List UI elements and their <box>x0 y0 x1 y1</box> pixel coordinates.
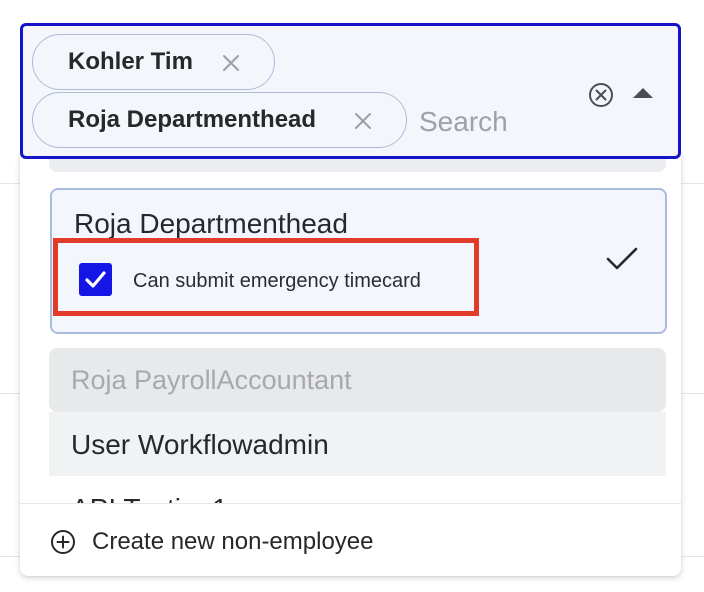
checkbox-label: Can submit emergency timecard <box>133 270 421 292</box>
background-divider <box>0 556 20 557</box>
option-api-testing1[interactable]: API Testing1 <box>49 476 666 503</box>
checkmark-icon <box>85 271 106 288</box>
create-non-employee-button[interactable]: Create new non-employee <box>20 503 681 576</box>
chip-roja-departmenthead: Roja Departmenthead <box>32 92 407 148</box>
emergency-timecard-option: Can submit emergency timecard <box>53 238 479 316</box>
option-label: Roja PayrollAccountant <box>71 365 352 395</box>
search-input[interactable] <box>419 102 569 142</box>
chip-kohler-tim: Kohler Tim <box>32 34 275 90</box>
emergency-timecard-checkbox[interactable] <box>79 263 112 296</box>
option-roja-departmenthead[interactable]: Roja Departmenthead Can submit emergency… <box>50 188 667 334</box>
option-roja-payrollaccountant: Roja PayrollAccountant <box>49 348 666 412</box>
chevron-up-icon[interactable] <box>631 84 655 102</box>
selected-check-icon <box>606 247 638 270</box>
add-circle-icon <box>51 530 75 554</box>
background-divider <box>681 393 704 394</box>
background-divider <box>681 183 704 184</box>
employee-multiselect[interactable]: Kohler Tim Roja Departmenthead <box>20 23 681 159</box>
chip-label: Kohler Tim <box>68 48 193 75</box>
background-divider <box>0 393 20 394</box>
option-label: User Workflowadmin <box>71 429 329 460</box>
remove-chip-icon[interactable] <box>221 53 241 73</box>
options-list[interactable]: Roja Departmenthead Can submit emergency… <box>20 150 681 503</box>
option-label: Roja Departmenthead <box>74 208 348 239</box>
chip-label: Roja Departmenthead <box>68 106 317 133</box>
remove-chip-icon[interactable] <box>353 111 373 131</box>
clear-selection-icon[interactable] <box>587 81 615 109</box>
option-user-workflowadmin[interactable]: User Workflowadmin <box>49 412 666 476</box>
background-divider <box>0 183 20 184</box>
options-dropdown: Roja Departmenthead Can submit emergency… <box>20 150 681 576</box>
background-divider <box>681 556 704 557</box>
create-non-employee-label: Create new non-employee <box>92 528 374 555</box>
option-label: API Testing1 <box>71 492 228 503</box>
